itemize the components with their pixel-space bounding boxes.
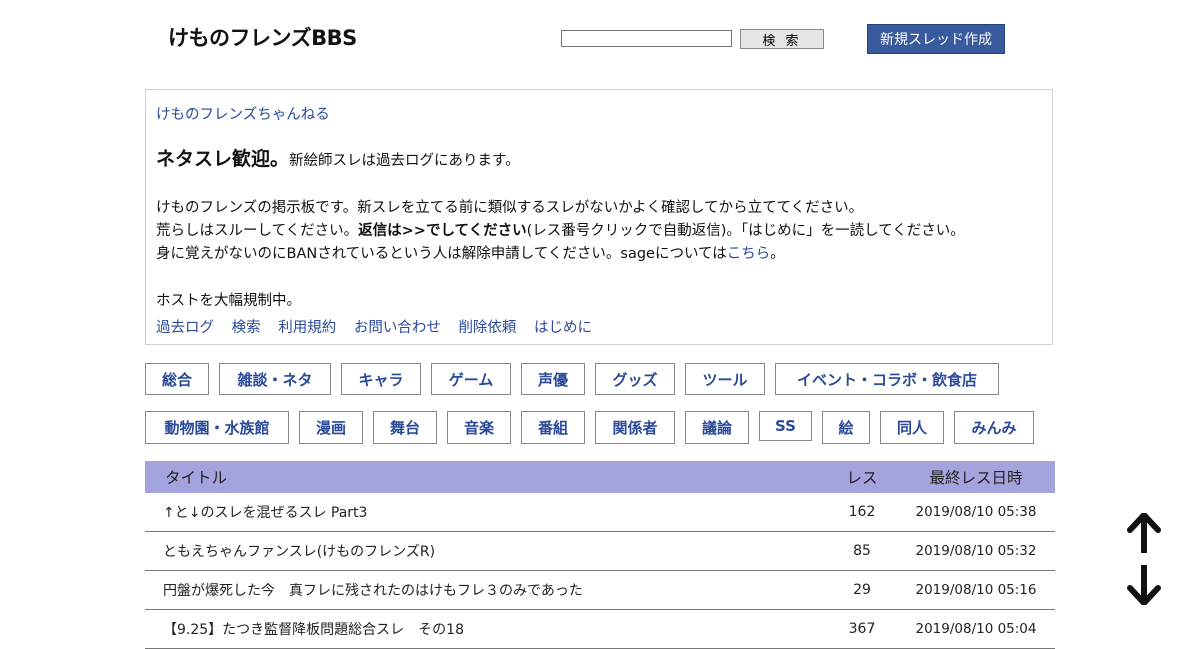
thread-last-post: 2019/08/10 05:32 xyxy=(915,543,1037,559)
rules-line-2-bold: 返信は>>でしてください xyxy=(358,223,527,239)
rules-line-2-b: (レス番号クリックで自動返信)。「はじめに」を一読してください。 xyxy=(526,223,965,239)
thread-title[interactable]: 円盤が爆死した今 真フレに残されたのはけもフレ３のみであった xyxy=(145,580,827,600)
category-zoo[interactable]: 動物園・水族館 xyxy=(145,411,289,444)
thread-table: タイトル レス 最終レス日時 ↑と↓のスレを混ぜるスレ Part3 162 20… xyxy=(145,461,1055,649)
search-input[interactable] xyxy=(561,30,732,47)
header-date[interactable]: 最終レス日時 xyxy=(897,466,1055,488)
category-events[interactable]: イベント・コラボ・飲食店 xyxy=(775,363,999,395)
rules-line-1: けものフレンズの掲示板です。新スレを立てる前に類似するスレがないかよく確認してか… xyxy=(156,200,864,216)
category-ss[interactable]: SS xyxy=(759,411,812,441)
category-game[interactable]: ゲーム xyxy=(431,363,511,395)
headline: ネタスレ歓迎。新絵師スレは過去ログにあります。 xyxy=(156,144,520,171)
introduction-link[interactable]: はじめに xyxy=(534,320,592,336)
category-music[interactable]: 音楽 xyxy=(447,411,511,444)
info-footer-links: 過去ログ 検索 利用規約 お問い合わせ 削除依頼 はじめに xyxy=(156,316,605,337)
info-box: けものフレンズちゃんねる ネタスレ歓迎。新絵師スレは過去ログにあります。 けもの… xyxy=(145,89,1053,345)
category-general[interactable]: 総合 xyxy=(145,363,209,395)
new-thread-button[interactable]: 新規スレッド作成 xyxy=(867,24,1005,54)
rules-text: けものフレンズの掲示板です。新スレを立てる前に類似するスレがないかよく確認してか… xyxy=(156,197,965,266)
category-staff[interactable]: 関係者 xyxy=(595,411,675,444)
category-doujin[interactable]: 同人 xyxy=(880,411,944,444)
host-notice: ホストを大幅規制中。 xyxy=(156,293,301,309)
rules-line-3: 身に覚えがないのにBANされているという人は解除申請してください。sageについ… xyxy=(156,243,965,266)
thread-title[interactable]: ともえちゃんファンスレ(けものフレンズR) xyxy=(145,541,827,561)
thread-last-post: 2019/08/10 05:38 xyxy=(915,504,1037,520)
category-tools[interactable]: ツール xyxy=(685,363,765,395)
thread-res-count: 162 xyxy=(848,504,876,520)
rules-line-2-a: 荒らしはスルーしてください。 xyxy=(156,223,359,239)
category-goods[interactable]: グッズ xyxy=(595,363,675,395)
table-row[interactable]: ↑と↓のスレを混ぜるスレ Part3 162 2019/08/10 05:38 xyxy=(145,493,1055,532)
search-button[interactable]: 検 索 xyxy=(740,29,824,49)
thread-title[interactable]: 【9.25】たつき監督降板問題総合スレ その18 xyxy=(145,619,827,639)
contact-link[interactable]: お問い合わせ xyxy=(354,320,441,336)
rules-line-3-a: 身に覚えがないのにBANされているという人は解除申請してください。sageについ… xyxy=(156,246,727,262)
category-minmi[interactable]: みんみ xyxy=(954,411,1034,444)
thread-last-post: 2019/08/10 05:16 xyxy=(915,582,1037,598)
category-chat[interactable]: 雑談・ネタ xyxy=(219,363,331,395)
terms-link[interactable]: 利用規約 xyxy=(278,320,336,336)
thread-title[interactable]: ↑と↓のスレを混ぜるスレ Part3 xyxy=(145,502,827,522)
rules-line-2: 荒らしはスルーしてください。返信は>>でしてください(レス番号クリックで自動返信… xyxy=(156,220,965,243)
deletion-request-link[interactable]: 削除依頼 xyxy=(458,320,516,336)
category-art[interactable]: 絵 xyxy=(822,411,870,444)
category-discussion[interactable]: 議論 xyxy=(685,411,749,444)
search-link[interactable]: 検索 xyxy=(232,320,261,336)
category-programs[interactable]: 番組 xyxy=(521,411,585,444)
arrow-up-icon[interactable] xyxy=(1127,513,1161,553)
category-stage[interactable]: 舞台 xyxy=(373,411,437,444)
thread-res-count: 367 xyxy=(848,621,876,637)
thread-res-count: 85 xyxy=(853,543,871,559)
sage-info-link[interactable]: こちら xyxy=(727,246,771,262)
header-title[interactable]: タイトル xyxy=(145,466,827,488)
bbs-home-link[interactable]: けものフレンズちゃんねる xyxy=(156,103,330,124)
table-row[interactable]: 円盤が爆死した今 真フレに残されたのはけもフレ３のみであった 29 2019/0… xyxy=(145,571,1055,610)
rules-line-3-b: 。 xyxy=(770,246,785,262)
headline-text: 新絵師スレは過去ログにあります。 xyxy=(289,153,520,169)
table-row[interactable]: ともえちゃんファンスレ(けものフレンズR) 85 2019/08/10 05:3… xyxy=(145,532,1055,571)
arrow-down-icon[interactable] xyxy=(1127,565,1161,605)
thread-res-count: 29 xyxy=(853,582,871,598)
headline-bold: ネタスレ歓迎。 xyxy=(156,148,290,170)
thread-last-post: 2019/08/10 05:04 xyxy=(915,621,1037,637)
past-log-link[interactable]: 過去ログ xyxy=(156,320,214,336)
category-characters[interactable]: キャラ xyxy=(341,363,421,395)
header-res[interactable]: レス xyxy=(827,466,897,488)
category-manga[interactable]: 漫画 xyxy=(299,411,363,444)
site-title[interactable]: けものフレンズBBS xyxy=(168,22,357,52)
thread-table-header: タイトル レス 最終レス日時 xyxy=(145,461,1055,493)
category-voice-actors[interactable]: 声優 xyxy=(521,363,585,395)
